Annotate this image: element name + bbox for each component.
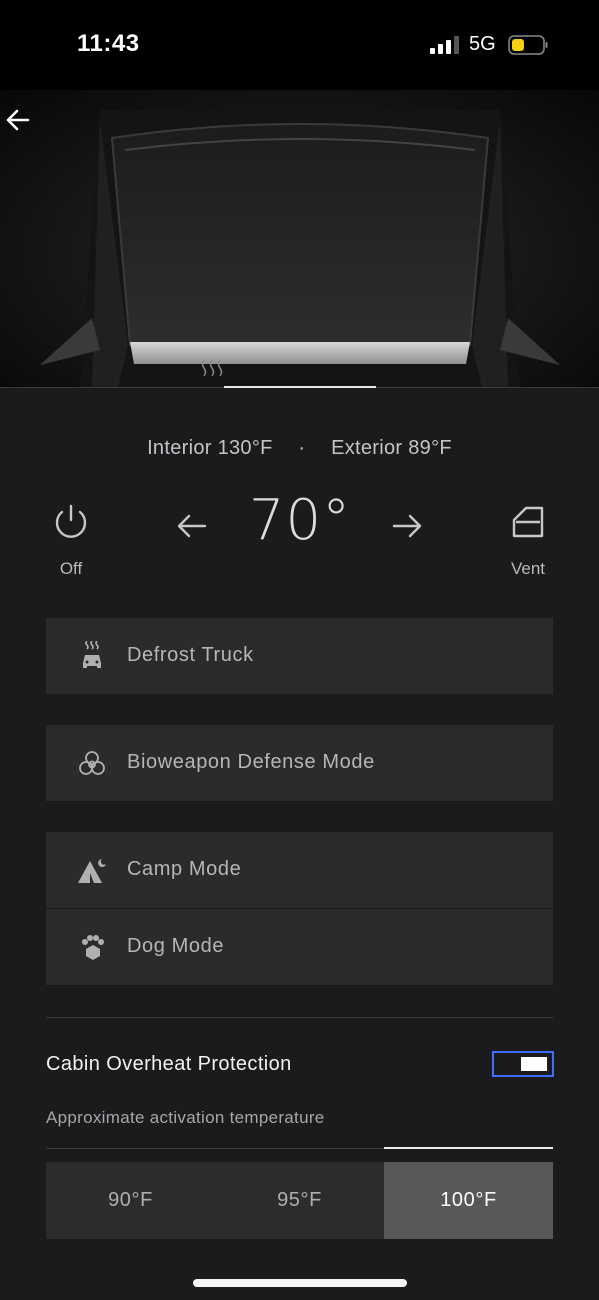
bioweapon-defense-button[interactable]: Bioweapon Defense Mode — [46, 725, 553, 801]
back-arrow-icon[interactable] — [0, 104, 36, 136]
temp-option-90[interactable]: 90°F — [46, 1162, 215, 1239]
climate-power-button[interactable]: Off — [31, 500, 111, 585]
temp-option-100[interactable]: 100°F — [384, 1162, 553, 1239]
vent-label: Vent — [510, 559, 546, 578]
cabin-overheat-toggle[interactable] — [492, 1051, 554, 1077]
battery-icon — [508, 35, 548, 55]
vent-button[interactable]: Vent — [488, 500, 568, 585]
paw-icon — [82, 935, 104, 960]
dog-mode-label: Dog Mode — [127, 935, 225, 957]
temp-option-95[interactable]: 95°F — [215, 1162, 384, 1239]
temp-increase-arrow-icon[interactable] — [389, 510, 425, 542]
camp-mode-label: Camp Mode — [127, 858, 242, 880]
temp-separator: · — [298, 437, 306, 459]
activation-temp-subtitle: Approximate activation temperature — [46, 1108, 325, 1127]
camp-dog-divider — [46, 908, 553, 909]
home-indicator[interactable] — [193, 1279, 407, 1287]
cellular-signal-icon — [430, 36, 459, 54]
power-icon — [55, 504, 87, 538]
defrost-truck-button[interactable]: Defrost Truck — [46, 618, 553, 694]
defrost-truck-label: Defrost Truck — [127, 644, 254, 666]
truck-cabin-illustration — [40, 110, 560, 388]
temp-decrease-arrow-icon[interactable] — [174, 510, 210, 542]
status-time: 11:43 — [77, 30, 140, 57]
status-bar: 11:43 5G — [0, 0, 599, 90]
power-label: Off — [59, 559, 83, 578]
biohazard-icon — [79, 751, 105, 775]
tent-icon — [78, 859, 106, 883]
cabin-temperatures: Interior 130°F · Exterior 89°F — [0, 437, 599, 460]
interior-temp: Interior 130°F — [147, 437, 273, 459]
temperature-setpoint: 70° — [248, 488, 352, 553]
bioweapon-defense-label: Bioweapon Defense Mode — [127, 751, 375, 773]
dog-mode-button[interactable]: Dog Mode — [46, 909, 553, 985]
vehicle-hero-image — [0, 90, 599, 388]
toggle-knob — [521, 1057, 547, 1071]
defrost-truck-icon — [83, 641, 101, 668]
network-type: 5G — [469, 33, 496, 55]
selected-option-indicator — [384, 1147, 553, 1149]
exterior-temp: Exterior 89°F — [331, 437, 452, 459]
camp-mode-button[interactable]: Camp Mode — [46, 832, 553, 908]
window-vent-icon — [512, 506, 544, 538]
section-divider — [46, 1017, 553, 1018]
cabin-overheat-title: Cabin Overheat Protection — [46, 1053, 292, 1075]
